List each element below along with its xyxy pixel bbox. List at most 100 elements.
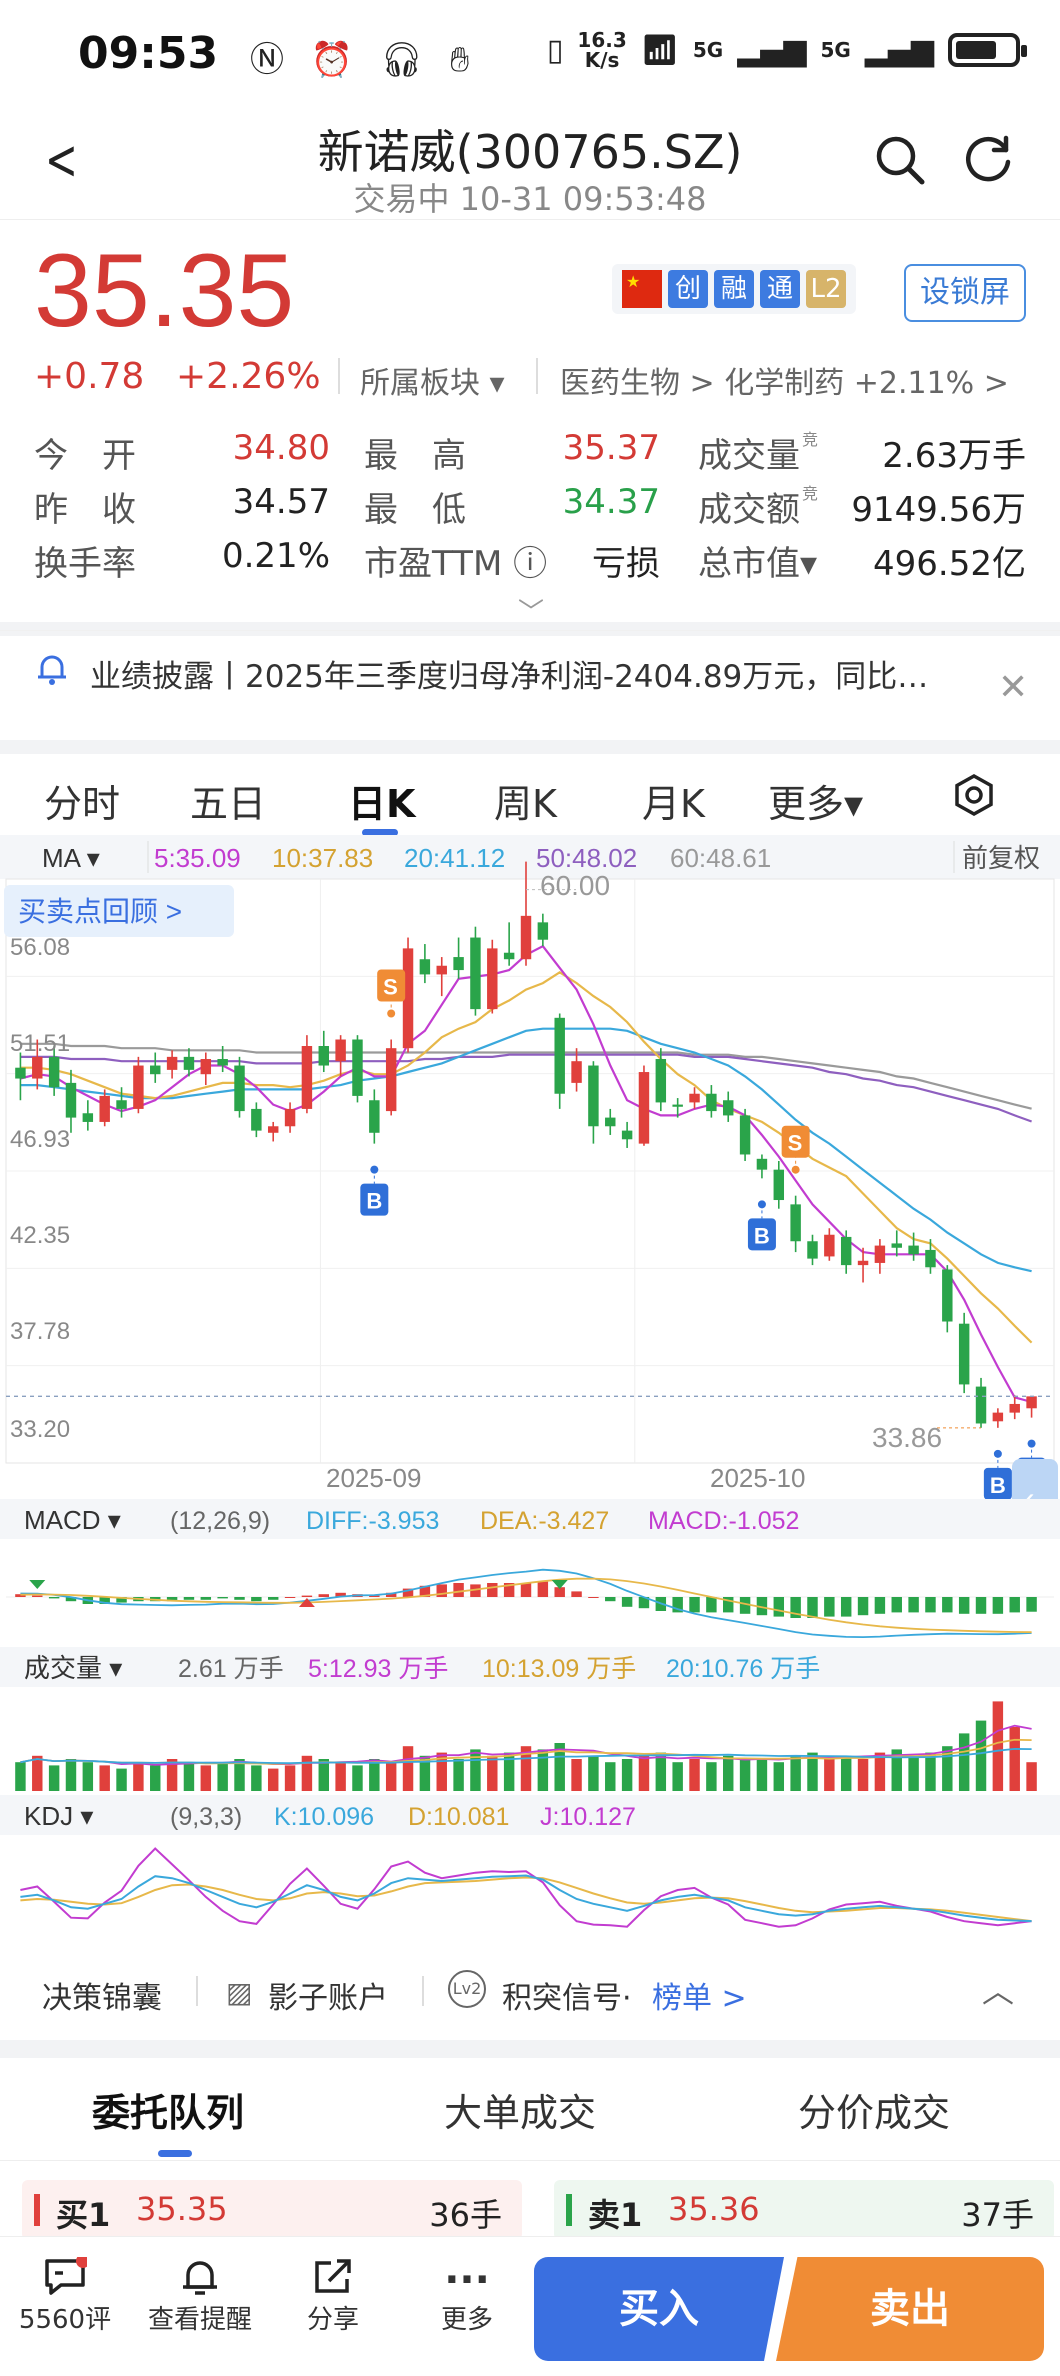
signal-label: B xyxy=(754,1223,770,1248)
volume-bar xyxy=(385,1762,397,1791)
tab-intraday[interactable]: 分时 xyxy=(44,773,120,828)
chart-period-tabs: 分时 五日 日K 周K 月K 更多▾ xyxy=(0,755,1060,836)
ma-dropdown[interactable]: MA ▾ xyxy=(42,843,100,873)
vibrate-icon: ▯ xyxy=(546,32,564,68)
macd-cross-marker xyxy=(551,1580,568,1589)
candle-body xyxy=(992,1412,1004,1422)
tab-five-day[interactable]: 五日 xyxy=(190,773,266,828)
tab-order-queue[interactable]: 委托队列 xyxy=(92,2082,244,2137)
tab-price-deals[interactable]: 分价成交 xyxy=(798,2082,950,2137)
settings-icon[interactable] xyxy=(952,773,996,817)
more-button[interactable]: ··· 更多 xyxy=(412,2237,522,2336)
stat-superscript: 竞 xyxy=(802,484,819,503)
x-tick-sep: 2025-09 xyxy=(326,1463,421,1493)
volume-bar xyxy=(284,1765,296,1791)
ma-lines xyxy=(20,944,1033,1404)
tab-more[interactable]: 更多▾ xyxy=(768,773,863,828)
candle-body xyxy=(756,1158,768,1170)
macd-bar xyxy=(318,1594,329,1597)
refresh-icon[interactable] xyxy=(960,132,1016,188)
kdj-bar-bg xyxy=(0,1795,1060,1835)
stat-value: 0.21% xyxy=(221,536,330,576)
volume-bar xyxy=(470,1749,481,1791)
buy-button[interactable]: 买入 xyxy=(534,2257,784,2361)
volume-bar xyxy=(82,1762,94,1791)
volume-bar xyxy=(925,1752,936,1791)
candle-body xyxy=(217,1059,228,1066)
kline-chart[interactable]: MA ▾ 5:35.09 10:37.83 20:41.12 50:48.02 … xyxy=(0,835,1060,1940)
macd-bar xyxy=(234,1597,245,1600)
volume-bar xyxy=(992,1701,1004,1791)
candle-body xyxy=(773,1169,785,1201)
tab-big-deals[interactable]: 大单成交 xyxy=(444,2082,596,2137)
notice-banner[interactable]: 业绩披露丨2025年三季度归母净利润-2404.89万元，同比… ✕ xyxy=(0,630,1060,745)
candle-body xyxy=(385,1048,397,1112)
trade-signals: BSSBBB xyxy=(360,969,1046,1500)
candle-body xyxy=(908,1245,919,1255)
volume-bar xyxy=(756,1759,768,1791)
sector-path-link[interactable]: 医药生物 > 化学制药 +2.11% > xyxy=(560,358,1009,402)
volume-bar xyxy=(857,1759,869,1791)
stat-key[interactable]: 总市值▾ xyxy=(698,536,817,585)
badge-tong: 通 xyxy=(760,270,800,308)
candle-body xyxy=(807,1241,818,1259)
candle-body xyxy=(537,922,549,940)
alarm-icon: ⏰ xyxy=(310,40,362,80)
stat-value: 9149.56万 xyxy=(851,490,1026,530)
tab-monthly-k[interactable]: 月K xyxy=(642,773,705,828)
bell-icon xyxy=(38,655,66,685)
macd-bar xyxy=(891,1597,902,1613)
badge-chuang: 创 xyxy=(668,270,708,308)
volume-bar xyxy=(975,1720,987,1791)
candle-body xyxy=(857,1260,869,1266)
volume-bar xyxy=(958,1733,970,1791)
china-flag-icon: ★ xyxy=(622,270,662,308)
volume-bar xyxy=(571,1759,582,1791)
link-signal[interactable]: 积突信号· xyxy=(502,1973,632,2017)
sell1-row: 卖1 35.36 37手 xyxy=(554,2180,1054,2240)
volume-bar xyxy=(453,1759,464,1791)
share-button[interactable]: 分享 xyxy=(278,2237,388,2336)
review-button[interactable]: 买卖点回顾 > xyxy=(18,896,182,927)
macd-bar xyxy=(925,1597,936,1613)
macd-dea: DEA:-3.427 xyxy=(480,1507,609,1535)
link-decision-kit[interactable]: 决策锦囊 xyxy=(42,1973,162,2017)
link-rank[interactable]: 榜单 > xyxy=(652,1973,747,2017)
search-icon[interactable] xyxy=(872,132,928,188)
chart-grid xyxy=(5,878,1055,1464)
kdj-dropdown[interactable]: KDJ ▾ xyxy=(24,1801,93,1831)
sector-dropdown[interactable]: 所属板块 ▾ xyxy=(360,358,505,402)
x-tick-oct: 2025-10 xyxy=(710,1463,805,1493)
volume-bar xyxy=(537,1749,549,1791)
macd-dropdown[interactable]: MACD ▾ xyxy=(24,1505,121,1535)
candle-body xyxy=(150,1065,161,1075)
nfc-icon: Ⓝ xyxy=(250,40,292,80)
signal-5g-1: 5G xyxy=(692,38,724,62)
candle-body xyxy=(436,965,447,975)
volume-bar xyxy=(605,1762,616,1791)
stat-value: 34.37 xyxy=(562,482,660,522)
tab-weekly-k[interactable]: 周K xyxy=(494,773,557,828)
tab-daily-k[interactable]: 日K xyxy=(348,773,415,828)
candle-body xyxy=(335,1039,346,1062)
stat-value: 34.80 xyxy=(232,428,330,468)
lock-screen-button[interactable]: 设锁屏 xyxy=(904,264,1026,322)
volume-ma20: 20:10.76 万手 xyxy=(666,1655,820,1683)
market-badges: ★ 创 融 通 L2 xyxy=(612,264,856,314)
link-shadow-account[interactable]: 影子账户 xyxy=(268,1973,388,2017)
close-icon[interactable]: ✕ xyxy=(998,667,1028,708)
comments-button[interactable]: 5560评 xyxy=(10,2237,120,2336)
volume-bar xyxy=(200,1765,212,1791)
sell-button[interactable]: 卖出 xyxy=(776,2257,1044,2361)
collapse-icon[interactable]: ︿ xyxy=(982,1966,1014,2012)
candle-body xyxy=(32,1056,43,1079)
status-right-icons: ▯ 16.3 K/s 📶︎ 5G ▂▄▆ 5G ▂▄▆ xyxy=(546,28,1027,72)
adjust-mode[interactable]: 前复权 xyxy=(962,843,1040,873)
net-speed: 16.3 K/s xyxy=(577,28,627,72)
status-bar: 09:53 Ⓝ ⏰ 🎧︎ ✋︎ ▯ 16.3 K/s 📶︎ 5G ▂▄▆ 5G ▂… xyxy=(0,0,1060,110)
candle-body xyxy=(1026,1396,1037,1409)
reminder-button[interactable]: 查看提醒 xyxy=(145,2237,255,2336)
candle-body xyxy=(99,1095,110,1122)
candle-body xyxy=(267,1126,279,1133)
volume-dropdown[interactable]: 成交量 ▾ xyxy=(24,1653,122,1683)
